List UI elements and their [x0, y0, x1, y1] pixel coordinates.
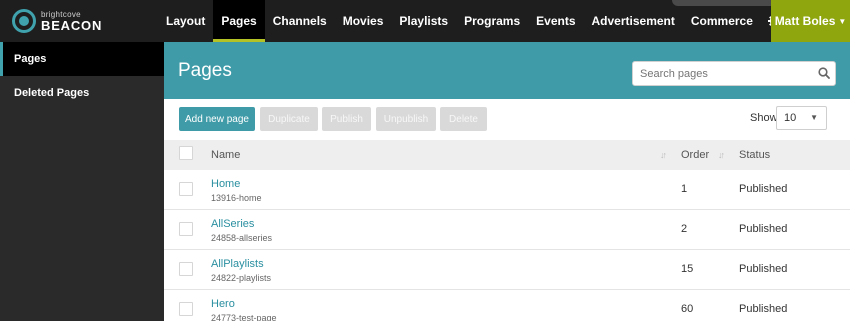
- sort-icon[interactable]: ↓↑: [660, 150, 667, 160]
- page-order: 60: [681, 303, 694, 315]
- page-status: Published: [739, 223, 788, 235]
- page-slug: 24858-allseries: [211, 233, 273, 243]
- page-name-link[interactable]: Hero: [211, 298, 235, 310]
- row-checkbox[interactable]: [179, 182, 193, 196]
- page-status: Published: [739, 183, 788, 195]
- column-name-header[interactable]: Name: [211, 149, 240, 161]
- user-name: Matt Boles: [774, 14, 836, 28]
- sidebar-item-deleted-pages[interactable]: Deleted Pages: [0, 76, 164, 110]
- sidebar-item-pages[interactable]: Pages: [0, 42, 164, 76]
- sidebar: Pages Deleted Pages: [0, 42, 164, 321]
- table-row[interactable]: Home 13916-home 1 Published: [164, 170, 850, 210]
- brand-logo[interactable]: brightcove BEACON: [12, 8, 102, 34]
- column-order-header[interactable]: Order: [681, 149, 709, 161]
- nav-item-layout[interactable]: Layout: [158, 0, 213, 42]
- page-name-link[interactable]: AllSeries: [211, 218, 254, 230]
- search-box: [632, 61, 836, 86]
- page-name-link[interactable]: AllPlaylists: [211, 258, 264, 270]
- brightcove-logo-icon: [12, 9, 36, 33]
- column-status-header[interactable]: Status: [739, 149, 770, 161]
- page-size-value: 10: [784, 112, 797, 124]
- sort-icon[interactable]: ↓↑: [718, 150, 725, 160]
- caret-down-icon: ▼: [810, 113, 818, 122]
- main-nav: Layout Pages Channels Movies Playlists P…: [158, 0, 813, 42]
- table-header: Name ↓↑ Order ↓↑ Status: [164, 140, 850, 170]
- page-header: Pages: [164, 42, 850, 99]
- page-status: Published: [739, 263, 788, 275]
- nav-item-events[interactable]: Events: [528, 0, 583, 42]
- page-slug: 24822-playlists: [211, 273, 272, 283]
- brand-big-text: BEACON: [41, 17, 103, 33]
- publish-button[interactable]: Publish: [322, 107, 371, 131]
- nav-item-playlists[interactable]: Playlists: [391, 0, 456, 42]
- nav-item-advertisement[interactable]: Advertisement: [584, 0, 683, 42]
- table-row[interactable]: Hero 24773-test-page 60 Published: [164, 290, 850, 321]
- main-content: Pages Add new page Duplicate Publish Unp…: [164, 42, 850, 321]
- search-input[interactable]: [633, 62, 809, 85]
- select-all-checkbox[interactable]: [179, 146, 193, 160]
- page-slug: 24773-test-page: [211, 313, 277, 321]
- duplicate-button[interactable]: Duplicate: [260, 107, 318, 131]
- page-size-select[interactable]: 10 ▼: [776, 106, 827, 130]
- page-order: 2: [681, 223, 688, 235]
- page-slug: 13916-home: [211, 193, 262, 203]
- unpublish-button[interactable]: Unpublish: [376, 107, 436, 131]
- table-row[interactable]: AllPlaylists 24822-playlists 15 Publishe…: [164, 250, 850, 290]
- page-order: 1: [681, 183, 688, 195]
- row-checkbox[interactable]: [179, 262, 193, 276]
- page-title: Pages: [178, 60, 232, 81]
- show-label: Show: [750, 112, 778, 124]
- nav-item-programs[interactable]: Programs: [456, 0, 528, 42]
- page-status: Published: [739, 303, 788, 315]
- page-order: 15: [681, 263, 694, 275]
- nav-item-commerce[interactable]: Commerce: [683, 0, 761, 42]
- row-checkbox[interactable]: [179, 222, 193, 236]
- top-navbar: brightcove BEACON Layout Pages Channels …: [0, 0, 850, 42]
- search-icon[interactable]: [818, 67, 830, 79]
- nav-item-pages[interactable]: Pages: [213, 0, 265, 42]
- chevron-down-icon: ▼: [838, 16, 847, 26]
- nav-item-channels[interactable]: Channels: [265, 0, 335, 42]
- user-menu-button[interactable]: Matt Boles ▼: [771, 0, 850, 42]
- page-name-link[interactable]: Home: [211, 178, 240, 190]
- row-checkbox[interactable]: [179, 302, 193, 316]
- delete-button[interactable]: Delete: [440, 107, 487, 131]
- table-row[interactable]: AllSeries 24858-allseries 2 Published: [164, 210, 850, 250]
- toolbar: Add new page Duplicate Publish Unpublish…: [164, 99, 850, 140]
- add-new-page-button[interactable]: Add new page: [179, 107, 255, 131]
- nav-item-movies[interactable]: Movies: [335, 0, 392, 42]
